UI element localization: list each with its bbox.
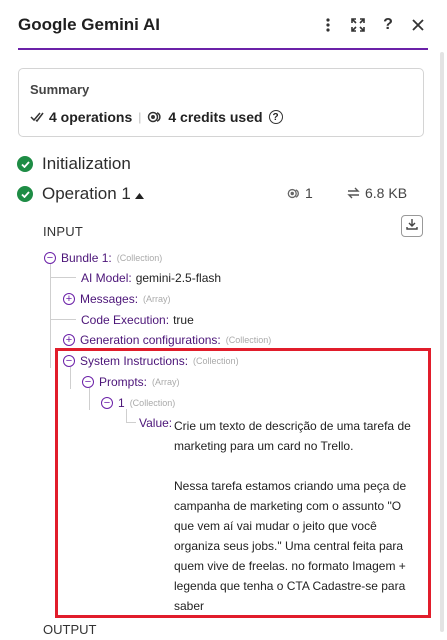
highlight-box [55,348,431,618]
close-icon[interactable] [407,14,429,36]
success-check-icon [17,156,33,172]
download-button[interactable] [401,215,423,237]
node-type: (Collection) [116,253,163,263]
tree-connector [50,264,51,368]
step-initialization[interactable]: Initialization [17,154,131,174]
tree-node-bundle[interactable]: − Bundle 1: (Collection) [44,251,162,265]
tree-node-ai-model: AI Model: gemini-2.5-flash [81,271,221,285]
tree-node-code-execution: Code Execution: true [81,313,194,327]
node-key: AI Model: [81,271,132,285]
expand-icon[interactable] [347,14,369,36]
node-key: Code Execution: [81,313,170,327]
credits-icon [147,111,163,123]
panel-title: Google Gemini AI [18,15,160,34]
operation-size-value: 6.8 KB [365,185,408,201]
stats-divider: | [138,110,142,124]
input-section-label: INPUT [43,224,83,239]
step-operation-1[interactable]: Operation 1 [17,184,144,204]
download-icon [406,217,418,235]
tree-node-messages[interactable]: + Messages: (Array) [63,292,171,306]
summary-label: Summary [30,82,90,97]
tree-connector [50,319,76,320]
transfer-icon [347,187,360,199]
header-actions: ? [317,14,429,36]
step-label: Initialization [42,154,131,173]
node-key: Bundle 1: [61,251,112,265]
operations-count: 4 operations [49,109,133,125]
operation-credits: 1 [287,185,313,201]
double-check-icon [30,111,44,123]
node-type: (Collection) [225,335,272,345]
success-check-icon [17,186,33,202]
node-key: Messages: [80,292,139,306]
summary-stats: 4 operations | 4 credits used ? [30,109,283,125]
summary-card: Summary 4 operations | 4 credits used ? [18,68,424,137]
tree-node-generation-config[interactable]: + Generation configurations: (Collection… [63,333,271,347]
node-type: (Array) [143,294,171,304]
collapse-caret-icon[interactable] [134,184,144,204]
collapse-minus-icon[interactable]: − [44,252,56,264]
credits-used: 4 credits used [168,109,263,125]
header-divider [18,48,428,50]
more-vertical-icon[interactable] [317,14,339,36]
expand-plus-icon[interactable]: + [63,293,75,305]
tree-connector [50,277,76,278]
operation-size: 6.8 KB [347,185,407,201]
node-value: true [173,313,194,327]
scrollbar[interactable] [440,52,444,632]
expand-plus-icon[interactable]: + [63,334,75,346]
node-key: Generation configurations: [80,333,221,347]
operation-credit-count: 1 [305,185,313,201]
panel-header: Google Gemini AI ? [0,0,447,50]
output-section-label: OUTPUT [43,622,97,637]
step-label: Operation 1 [42,184,131,203]
node-value: gemini-2.5-flash [135,271,222,285]
credits-icon [287,188,301,199]
help-icon[interactable]: ? [377,14,399,36]
info-help-icon[interactable]: ? [268,110,283,124]
